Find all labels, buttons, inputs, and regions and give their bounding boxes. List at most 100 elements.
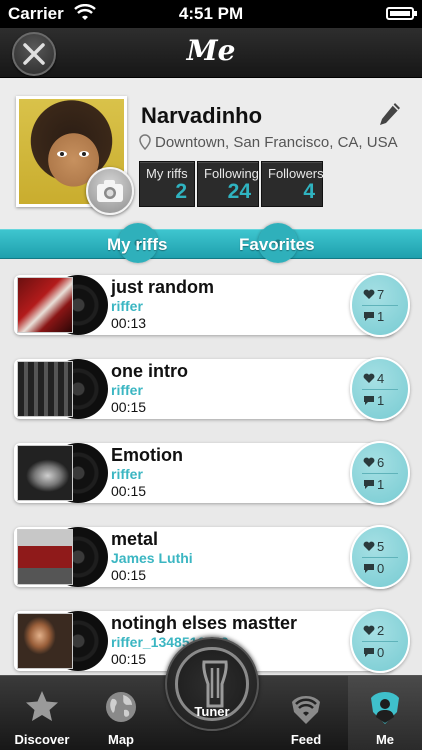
riff-duration: 00:15 [111, 651, 147, 667]
tab-label: Discover [14, 732, 70, 747]
riff-cover-image [17, 613, 73, 669]
tab-my-riffs[interactable]: My riffs [107, 235, 167, 255]
riff-row[interactable]: metal James Luthi 00:15 5 0 [14, 525, 410, 589]
comment-icon [364, 312, 374, 321]
divider [362, 557, 398, 558]
stat-value: 2 [175, 180, 187, 203]
like-count-value: 7 [377, 287, 385, 302]
stat-following[interactable]: Following 24 [197, 161, 259, 207]
tab-discover[interactable]: Discover [0, 676, 84, 750]
stat-value: 24 [227, 180, 251, 203]
stat-value: 4 [303, 180, 315, 203]
riff-title: notingh elses mastter [111, 613, 298, 633]
camera-button[interactable] [86, 167, 134, 215]
riff-cover-image [17, 277, 73, 333]
like-count: 6 [363, 455, 384, 470]
stat-label: Followers [268, 166, 324, 181]
user-icon [371, 692, 399, 724]
tab-map[interactable]: Map [84, 676, 158, 750]
like-count: 4 [363, 371, 384, 386]
like-count: 2 [363, 623, 384, 638]
comment-count: 0 [363, 561, 384, 576]
like-count-value: 4 [377, 371, 385, 386]
riff-stats[interactable]: 41 [350, 357, 410, 421]
wifi-icon [292, 696, 320, 724]
profile-header: Narvadinho Downtown, San Francisco, CA, … [0, 79, 422, 229]
heart-icon [363, 625, 375, 635]
riff-row[interactable]: just random riffer 00:13 7 1 [14, 273, 410, 337]
comment-icon [364, 648, 374, 657]
riff-row[interactable]: one intro riffer 00:15 4 1 [14, 357, 410, 421]
comment-count: 1 [363, 477, 384, 492]
tuner-icon [202, 660, 228, 708]
like-count-value: 5 [377, 539, 385, 554]
camera-icon [97, 180, 123, 202]
riff-duration: 00:15 [111, 399, 147, 415]
riff-stats[interactable]: 50 [350, 525, 410, 589]
tab-me[interactable]: Me [348, 676, 422, 750]
location: Downtown, San Francisco, CA, USA [139, 134, 398, 151]
riff-cover-image [17, 361, 73, 417]
comment-count-value: 1 [377, 393, 385, 408]
riff-list: just random riffer 00:13 7 1 one intro riffer 0… [0, 260, 422, 675]
comment-count: 0 [363, 645, 384, 660]
globe-icon [106, 692, 136, 722]
comment-count-value: 0 [377, 561, 385, 576]
like-count-value: 2 [377, 623, 385, 638]
riff-cover-image [17, 445, 73, 501]
heart-icon [363, 457, 375, 467]
comment-count-value: 1 [377, 477, 385, 492]
tab-label: Me [375, 732, 395, 747]
page-title: Me [186, 34, 236, 67]
stat-followers[interactable]: Followers 4 [261, 161, 324, 207]
riff-title: one intro [111, 361, 188, 381]
stat-label: Following [204, 166, 259, 181]
riff-duration: 00:13 [111, 315, 147, 331]
riff-stats[interactable]: 20 [350, 609, 410, 673]
riff-title: metal [111, 529, 159, 549]
divider [362, 305, 398, 306]
comment-icon [364, 480, 374, 489]
heart-icon [363, 541, 375, 551]
riff-title: just random [111, 277, 215, 297]
stat-my-riffs[interactable]: My riffs 2 [139, 161, 195, 207]
location-text: Downtown, San Francisco, CA, USA [155, 134, 398, 151]
riff-cover-image [17, 529, 73, 585]
status-bar: Carrier 4:51 PM [0, 0, 422, 28]
comment-icon [364, 564, 374, 573]
divider [362, 473, 398, 474]
like-count-value: 6 [377, 455, 385, 470]
riff-user-link[interactable]: riffer [111, 382, 143, 398]
tab-tuner-label: Tuner [194, 704, 230, 719]
clock: 4:51 PM [178, 4, 244, 23]
tab-favorites[interactable]: Favorites [239, 235, 315, 255]
battery-icon [386, 7, 417, 20]
riff-duration: 00:15 [111, 483, 147, 499]
riff-user-link[interactable]: riffer [111, 298, 143, 314]
tab-feed[interactable]: Feed [264, 676, 348, 750]
heart-icon [363, 373, 375, 383]
riff-row[interactable]: Emotion riffer 00:15 6 1 [14, 441, 410, 505]
stat-label: My riffs [146, 166, 188, 181]
tab-label: Feed [290, 732, 322, 747]
comment-icon [364, 396, 374, 405]
like-count: 5 [363, 539, 384, 554]
profile-name: Narvadinho [141, 103, 263, 128]
riff-user-link[interactable]: riffer [111, 466, 143, 482]
comment-count: 1 [363, 393, 384, 408]
riff-title: Emotion [111, 445, 183, 465]
riff-user-link[interactable]: James Luthi [111, 550, 193, 566]
divider [362, 641, 398, 642]
comment-count-value: 1 [377, 309, 385, 324]
location-pin-icon [139, 134, 151, 151]
like-count: 7 [363, 287, 384, 302]
heart-icon [363, 289, 375, 299]
riff-duration: 00:15 [111, 567, 147, 583]
star-icon [26, 691, 58, 721]
riff-stats[interactable]: 71 [350, 273, 410, 337]
divider [362, 389, 398, 390]
riff-stats[interactable]: 61 [350, 441, 410, 505]
pencil-icon[interactable] [378, 101, 402, 127]
nav-bar: Me [0, 28, 422, 78]
tab-label: Map [108, 732, 134, 747]
